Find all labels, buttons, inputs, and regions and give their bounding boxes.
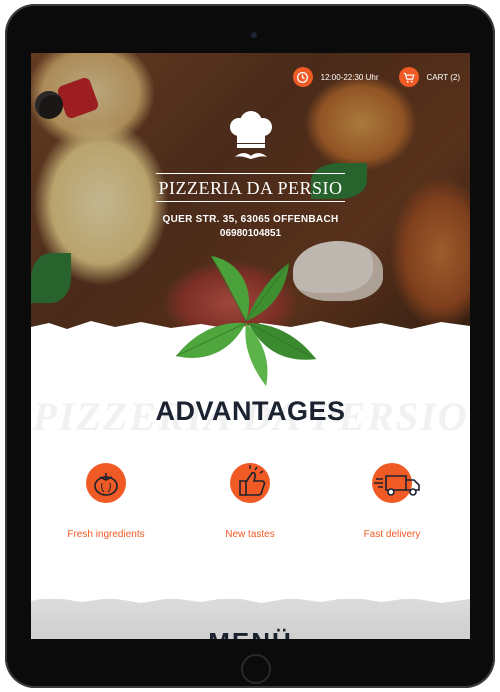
opening-hours: 12:00-22:30 Uhr [320, 72, 379, 82]
cart-link[interactable]: CART (2) [427, 73, 461, 82]
address-text: QUER STR. 35, 63065 OFFENBACH [162, 214, 339, 225]
tomato-icon [86, 463, 126, 503]
menu-section-title: MENÜ [31, 627, 470, 639]
cart-icon[interactable] [398, 67, 419, 87]
top-bar: 12:00-22:30 Uhr CART (2) [292, 67, 461, 87]
clock-icon [292, 67, 313, 87]
feature-label: Fresh ingredients [67, 529, 145, 540]
home-button[interactable] [241, 654, 271, 684]
feature-new-tastes: New tastes [190, 463, 310, 540]
phone-number[interactable]: 06980104851 [31, 228, 470, 239]
website-screen: 12:00-22:30 Uhr CART (2) PIZZERIA DA PER… [31, 53, 470, 639]
brand-name: PIZZERIA DA PERSIO [156, 173, 345, 202]
basil-leaves-image [175, 255, 317, 386]
feature-label: Fast delivery [363, 529, 421, 540]
chef-logo-icon [221, 111, 281, 167]
feature-fresh-ingredients: Fresh ingredients [46, 463, 166, 540]
brand-block: PIZZERIA DA PERSIO QUER STR. 35, 63065 O… [31, 111, 470, 239]
camera-dot [251, 32, 257, 38]
delivery-truck-icon [372, 463, 420, 503]
feature-fast-delivery: Fast delivery [332, 463, 452, 540]
torn-edge-divider [31, 593, 470, 603]
feature-label: New tastes [225, 529, 275, 540]
thumbs-up-icon [230, 463, 270, 503]
advantages-title: ADVANTAGES [155, 396, 346, 426]
